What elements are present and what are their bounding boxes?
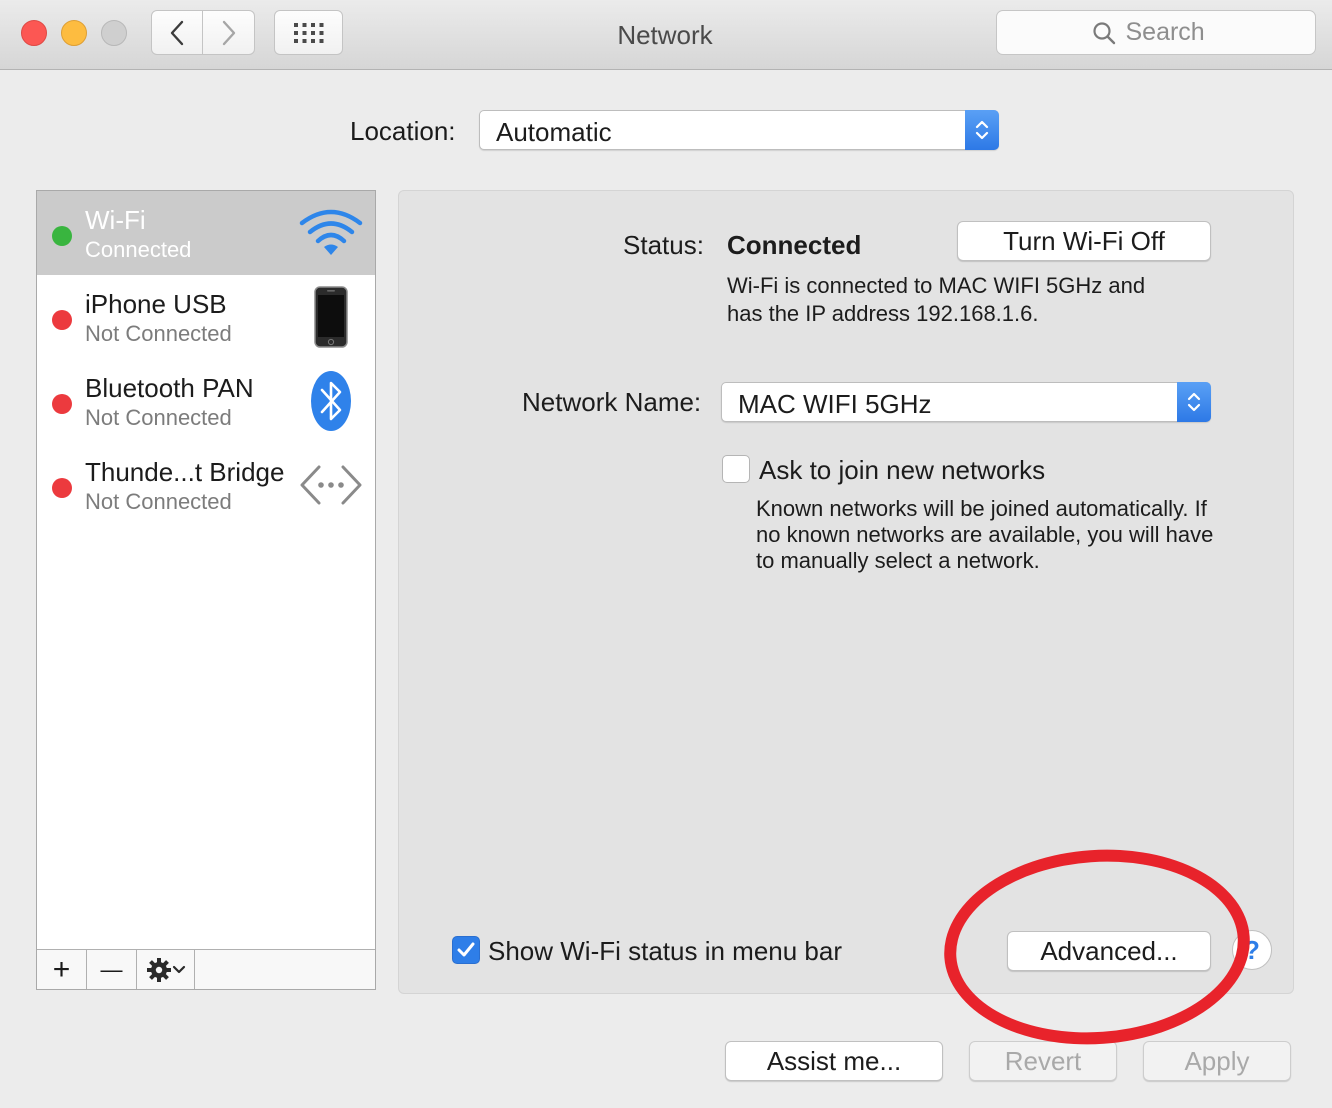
service-list-toolbar: + — [37, 949, 375, 989]
search-icon [1092, 21, 1115, 44]
ask-to-join-checkbox[interactable] [722, 455, 750, 483]
service-name: Thunde...t Bridge [85, 457, 285, 487]
ask-to-join-description-line1: Known networks will be joined automatica… [756, 496, 1207, 521]
bluetooth-icon [299, 371, 363, 431]
service-list: Wi-Fi Connected iPhone USB Not Connected [36, 190, 376, 990]
service-name: Wi-Fi [85, 205, 146, 235]
minimize-window-button[interactable] [61, 20, 87, 46]
status-indicator-disconnected [52, 310, 72, 330]
navigation-buttons [151, 10, 255, 55]
forward-button[interactable] [203, 10, 255, 55]
close-window-button[interactable] [21, 20, 47, 46]
network-name-popup[interactable]: MAC WIFI 5GHz [721, 382, 1211, 422]
remove-service-button[interactable]: — [87, 950, 137, 989]
action-menu-button[interactable] [137, 950, 195, 989]
service-name: iPhone USB [85, 289, 227, 319]
service-name: Bluetooth PAN [85, 373, 254, 403]
apply-button[interactable]: Apply [1143, 1041, 1291, 1081]
location-popup[interactable]: Automatic [479, 110, 999, 150]
chevron-right-icon [222, 20, 235, 45]
thunderbolt-bridge-icon [299, 455, 363, 515]
chevron-down-icon [172, 965, 185, 973]
add-service-button[interactable]: + [37, 950, 87, 989]
network-name-value: MAC WIFI 5GHz [738, 389, 932, 419]
assist-me-button[interactable]: Assist me... [725, 1041, 943, 1081]
window-title: Network [617, 20, 713, 50]
ask-to-join-label: Ask to join new networks [759, 455, 1046, 485]
turn-wifi-off-button[interactable]: Turn Wi-Fi Off [957, 221, 1211, 261]
title-bar: Network [0, 0, 1332, 70]
service-status: Not Connected [85, 405, 232, 430]
status-indicator-disconnected [52, 394, 72, 414]
zoom-window-button[interactable] [101, 20, 127, 46]
chevron-left-icon [170, 20, 184, 45]
service-status: Not Connected [85, 489, 232, 514]
wifi-icon [299, 203, 363, 263]
show-wifi-status-label: Show Wi-Fi status in menu bar [488, 936, 843, 966]
service-item-thunderbolt-bridge[interactable]: Thunde...t Bridge Not Connected [37, 443, 375, 527]
service-item-bluetooth-pan[interactable]: Bluetooth PAN Not Connected [37, 359, 375, 443]
checkmark-icon [457, 942, 475, 957]
location-value: Automatic [496, 117, 612, 147]
status-value: Connected [727, 230, 862, 260]
service-status: Not Connected [85, 321, 232, 346]
show-wifi-status-checkbox[interactable] [452, 936, 480, 964]
service-status: Connected [85, 237, 192, 262]
ask-to-join-description-line2: no known networks are available, you wil… [756, 522, 1214, 547]
network-name-label: Network Name: [522, 387, 702, 417]
service-item-iphone-usb[interactable]: iPhone USB Not Connected [37, 275, 375, 359]
advanced-button[interactable]: Advanced... [1007, 931, 1211, 971]
ask-to-join-description-line3: to manually select a network. [756, 548, 1040, 573]
revert-button[interactable]: Revert [969, 1041, 1117, 1081]
status-label: Status: [623, 230, 704, 260]
popup-stepper-icon [1177, 382, 1211, 422]
gear-icon [146, 957, 171, 982]
iphone-icon [299, 286, 363, 348]
popup-stepper-icon [965, 110, 999, 150]
show-all-preferences-button[interactable] [274, 10, 343, 55]
back-button[interactable] [151, 10, 203, 55]
status-indicator-disconnected [52, 478, 72, 498]
grid-icon [293, 22, 323, 43]
location-label: Location: [350, 116, 456, 146]
help-button[interactable]: ? [1232, 930, 1272, 970]
search-field[interactable] [996, 10, 1316, 55]
status-description-line1: Wi-Fi is connected to MAC WIFI 5GHz and [727, 273, 1146, 298]
status-indicator-connected [52, 226, 72, 246]
search-input[interactable] [1125, 18, 1221, 47]
status-description-line2: has the IP address 192.168.1.6. [727, 301, 1039, 326]
service-item-wifi[interactable]: Wi-Fi Connected [37, 191, 375, 275]
